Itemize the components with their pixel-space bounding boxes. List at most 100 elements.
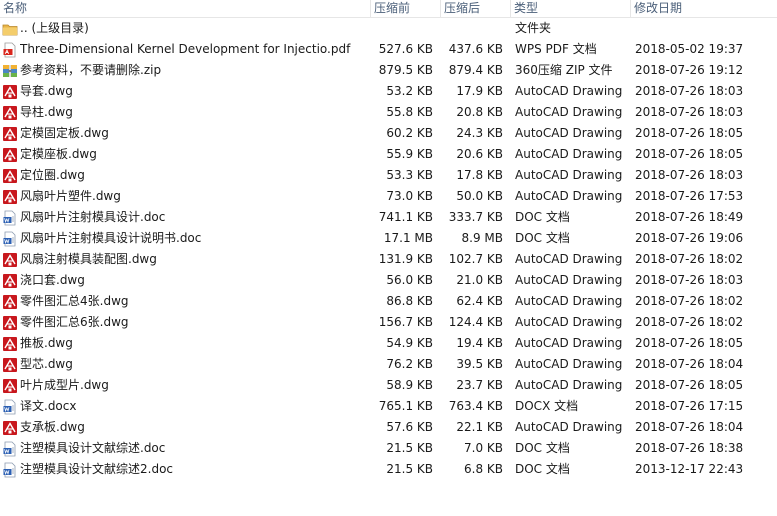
file-row[interactable]: 导柱.dwg 55.8 KB 20.8 KB AutoCAD Drawing 2018-… <box>0 102 777 123</box>
file-type: DOC 文档 <box>515 441 570 455</box>
dwg-file-icon <box>2 378 18 394</box>
file-name: 译文.docx <box>20 399 77 413</box>
original-size: 62.4 KB <box>456 294 503 308</box>
file-name: 参考资料，不要请删除.zip <box>20 63 162 77</box>
pdf-file-icon <box>2 42 18 58</box>
original-size: 7.0 KB <box>464 441 503 455</box>
modified-date: 2018-07-26 17:15 <box>635 399 744 413</box>
file-name: 零件图汇总4张.dwg <box>20 294 129 308</box>
original-size: 333.7 KB <box>448 210 503 224</box>
modified-date: 2018-07-26 18:03 <box>635 84 744 98</box>
file-type: 文件夹 <box>515 21 552 35</box>
file-row[interactable]: 叶片成型片.dwg 58.9 KB 23.7 KB AutoCAD Drawing 20… <box>0 375 777 396</box>
file-row[interactable]: 译文.docx 765.1 KB 763.4 KB DOCX 文档 2018-07-26… <box>0 396 777 417</box>
compressed-size: 53.2 KB <box>386 84 433 98</box>
compressed-size: 56.0 KB <box>386 273 433 287</box>
doc-file-icon <box>2 399 18 415</box>
original-size: 22.1 KB <box>456 420 503 434</box>
file-row[interactable]: 注塑模具设计文献综述2.doc 21.5 KB 6.8 KB DOC 文档 2013-1… <box>0 459 777 480</box>
file-type: AutoCAD Drawing <box>515 189 623 203</box>
original-size: 879.4 KB <box>448 63 503 77</box>
file-row[interactable]: 注塑模具设计文献综述.doc 21.5 KB 7.0 KB DOC 文档 2018-07… <box>0 438 777 459</box>
file-row[interactable]: 推板.dwg 54.9 KB 19.4 KB AutoCAD Drawing 2018-… <box>0 333 777 354</box>
file-row[interactable]: 风扇叶片注射模具设计说明书.doc 17.1 MB 8.9 MB DOC 文档 2018… <box>0 228 777 249</box>
modified-date: 2018-07-26 19:06 <box>635 231 744 245</box>
original-size: 124.4 KB <box>448 315 503 329</box>
modified-date: 2018-07-26 18:04 <box>635 357 744 371</box>
dwg-file-icon <box>2 294 18 310</box>
file-name: 型芯.dwg <box>20 357 73 371</box>
file-row[interactable]: Three-Dimensional Kernel Development for… <box>0 39 777 60</box>
original-size: 23.7 KB <box>456 378 503 392</box>
file-row[interactable]: 浇口套.dwg 56.0 KB 21.0 KB AutoCAD Drawing 2018… <box>0 270 777 291</box>
modified-date: 2018-07-26 18:04 <box>635 420 744 434</box>
file-type: AutoCAD Drawing <box>515 273 623 287</box>
dwg-file-icon <box>2 336 18 352</box>
file-name: 推板.dwg <box>20 336 73 350</box>
dwg-file-icon <box>2 147 18 163</box>
doc-file-icon <box>2 231 18 247</box>
compressed-size: 765.1 KB <box>378 399 433 413</box>
column-header-type[interactable]: 类型 <box>511 0 630 17</box>
file-row[interactable]: 支承板.dwg 57.6 KB 22.1 KB AutoCAD Drawing 2018… <box>0 417 777 438</box>
file-type: AutoCAD Drawing <box>515 336 623 350</box>
file-name: 导柱.dwg <box>20 105 73 119</box>
modified-date: 2018-07-26 18:03 <box>635 168 744 182</box>
file-type: DOC 文档 <box>515 462 570 476</box>
file-name: 注塑模具设计文献综述.doc <box>20 441 166 455</box>
compressed-size: 76.2 KB <box>386 357 433 371</box>
file-row[interactable]: 零件图汇总6张.dwg 156.7 KB 124.4 KB AutoCAD Drawi… <box>0 312 777 333</box>
file-type: AutoCAD Drawing <box>515 315 623 329</box>
modified-date: 2018-07-26 19:12 <box>635 63 744 77</box>
compressed-size: 86.8 KB <box>386 294 433 308</box>
dwg-file-icon <box>2 273 18 289</box>
file-row[interactable]: .. (上级目录) 文件夹 <box>0 18 777 39</box>
file-type: AutoCAD Drawing <box>515 378 623 392</box>
dwg-file-icon <box>2 357 18 373</box>
original-size: 20.8 KB <box>456 105 503 119</box>
original-size: 50.0 KB <box>456 189 503 203</box>
file-name: 支承板.dwg <box>20 420 85 434</box>
file-type: AutoCAD Drawing <box>515 105 623 119</box>
column-header-name[interactable]: 名称 <box>0 0 370 17</box>
file-row[interactable]: 型芯.dwg 76.2 KB 39.5 KB AutoCAD Drawing 2018-… <box>0 354 777 375</box>
original-size <box>440 18 503 39</box>
file-row[interactable]: 导套.dwg 53.2 KB 17.9 KB AutoCAD Drawing 2018-… <box>0 81 777 102</box>
file-row[interactable]: 定模固定板.dwg 60.2 KB 24.3 KB AutoCAD Drawing 20… <box>0 123 777 144</box>
modified-date: 2018-07-26 18:02 <box>635 294 744 308</box>
file-type: 360压缩 ZIP 文件 <box>515 63 613 77</box>
file-row[interactable]: 风扇叶片注射模具设计.doc 741.1 KB 333.7 KB DOC 文档 2018… <box>0 207 777 228</box>
compressed-size: 741.1 KB <box>378 210 433 224</box>
modified-date: 2018-07-26 18:05 <box>635 147 744 161</box>
dwg-file-icon <box>2 420 18 436</box>
compressed-size: 55.8 KB <box>386 105 433 119</box>
file-type: WPS PDF 文档 <box>515 42 597 56</box>
modified-date: 2018-07-26 18:02 <box>635 315 744 329</box>
file-row[interactable]: 风扇注射模具装配图.dwg 131.9 KB 102.7 KB AutoCAD Dra… <box>0 249 777 270</box>
compressed-size: 55.9 KB <box>386 147 433 161</box>
column-header-modified[interactable]: 修改日期 <box>631 0 777 17</box>
modified-date: 2018-05-02 19:37 <box>635 42 744 56</box>
column-header-original[interactable]: 压缩后 <box>441 0 510 17</box>
file-row[interactable]: 参考资料，不要请删除.zip 879.5 KB 879.4 KB 360压缩 ZIP … <box>0 60 777 81</box>
file-type: DOC 文档 <box>515 231 570 245</box>
column-header-compressed[interactable]: 压缩前 <box>371 0 440 17</box>
compressed-size: 21.5 KB <box>386 441 433 455</box>
file-row[interactable]: 定位圈.dwg 53.3 KB 17.8 KB AutoCAD Drawing 2018… <box>0 165 777 186</box>
file-name: 注塑模具设计文献综述2.doc <box>20 462 174 476</box>
modified-date <box>635 18 775 39</box>
column-header-bar: 名称 压缩前 压缩后 类型 修改日期 <box>0 0 777 18</box>
compressed-size: 73.0 KB <box>386 189 433 203</box>
file-row[interactable]: 风扇叶片塑件.dwg 73.0 KB 50.0 KB AutoCAD Drawing 2… <box>0 186 777 207</box>
modified-date: 2018-07-26 18:03 <box>635 273 744 287</box>
modified-date: 2018-07-26 18:02 <box>635 252 744 266</box>
modified-date: 2013-12-17 22:43 <box>635 462 744 476</box>
compressed-size: 156.7 KB <box>378 315 433 329</box>
dwg-file-icon <box>2 189 18 205</box>
file-row[interactable]: 定模座板.dwg 55.9 KB 20.6 KB AutoCAD Drawing 201… <box>0 144 777 165</box>
original-size: 17.9 KB <box>456 84 503 98</box>
file-name: 风扇叶片注射模具设计.doc <box>20 210 166 224</box>
file-row[interactable]: 零件图汇总4张.dwg 86.8 KB 62.4 KB AutoCAD Drawing… <box>0 291 777 312</box>
file-name: 定模固定板.dwg <box>20 126 109 140</box>
compressed-size: 131.9 KB <box>378 252 433 266</box>
